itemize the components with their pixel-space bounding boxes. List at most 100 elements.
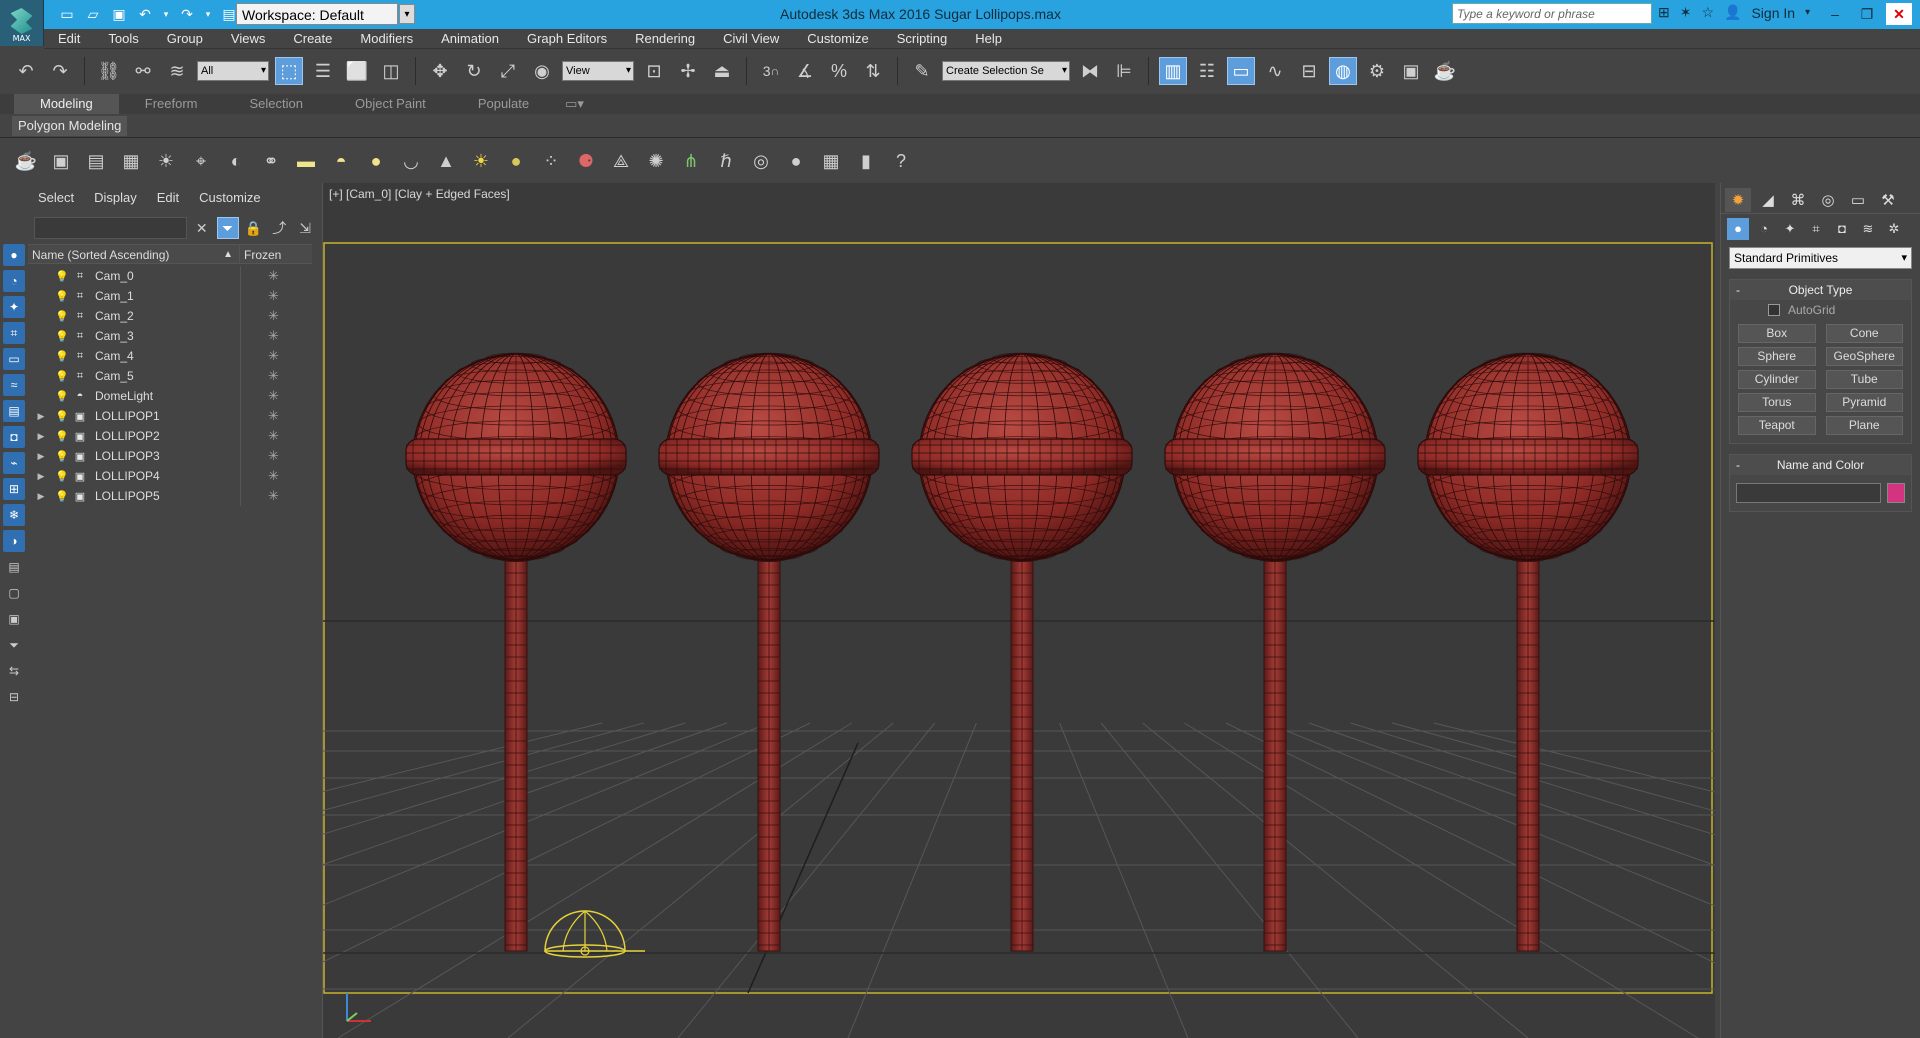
render-production-icon[interactable]: ☕ bbox=[1431, 57, 1459, 85]
tube-button[interactable]: Tube bbox=[1825, 370, 1903, 389]
display-shapes-icon[interactable]: ◔ bbox=[3, 270, 25, 292]
unlink-selection-icon[interactable]: ⚯ bbox=[129, 57, 157, 85]
undo-icon[interactable]: ↶ bbox=[136, 6, 154, 23]
menu-help[interactable]: Help bbox=[961, 31, 1016, 46]
reference-coordinate-dropdown[interactable]: View bbox=[562, 61, 634, 81]
display-groups-icon[interactable]: ▤ bbox=[3, 400, 25, 422]
close-icon[interactable]: ✕ bbox=[1886, 3, 1912, 25]
new-file-icon[interactable]: ▭ bbox=[58, 6, 76, 23]
display-invert-icon[interactable]: ▣ bbox=[3, 608, 25, 630]
create-tab-icon[interactable]: ✹ bbox=[1725, 188, 1751, 212]
explorer-menu-edit[interactable]: Edit bbox=[147, 190, 189, 205]
select-and-link-icon[interactable]: ⛓ bbox=[95, 57, 123, 85]
vfb-icon[interactable]: ▮ bbox=[852, 147, 880, 175]
frozen-toggle-icon[interactable]: ✳ bbox=[268, 408, 279, 424]
display-frozen-icon[interactable]: ❄ bbox=[3, 504, 25, 526]
sign-in-link[interactable]: Sign In bbox=[1751, 5, 1795, 21]
frozen-toggle-icon[interactable]: ✳ bbox=[268, 448, 279, 464]
pyramid-button[interactable]: Pyramid bbox=[1825, 393, 1903, 412]
rendered-frame-window-icon[interactable]: ▣ bbox=[1397, 57, 1425, 85]
frozen-toggle-icon[interactable]: ✳ bbox=[268, 308, 279, 324]
find-input[interactable] bbox=[34, 217, 187, 239]
object-color-swatch[interactable] bbox=[1887, 483, 1905, 503]
display-tab-icon[interactable]: ▭ bbox=[1845, 188, 1871, 212]
helpers-category-icon[interactable]: ◘ bbox=[1831, 218, 1853, 240]
teapot-button[interactable]: Teapot bbox=[1738, 416, 1816, 435]
visibility-bulb-icon[interactable]: 💡 bbox=[54, 270, 70, 283]
scene-row[interactable]: 💡 ⌗ Cam_0 ✳ bbox=[28, 266, 312, 286]
explorer-menu-customize[interactable]: Customize bbox=[189, 190, 270, 205]
curve-editor-icon[interactable]: ∿ bbox=[1261, 57, 1289, 85]
display-xrefs-icon[interactable]: ◘ bbox=[3, 426, 25, 448]
frozen-toggle-icon[interactable]: ✳ bbox=[268, 488, 279, 504]
geosphere-button[interactable]: GeoSphere bbox=[1825, 347, 1903, 366]
spot-light-icon[interactable]: ▲ bbox=[432, 147, 460, 175]
menu-views[interactable]: Views bbox=[217, 31, 279, 46]
visibility-bulb-icon[interactable]: 💡 bbox=[54, 450, 70, 463]
object-name-input[interactable] bbox=[1736, 483, 1881, 503]
geometry-category-icon[interactable]: ● bbox=[1727, 217, 1749, 240]
user-icon[interactable]: 👤 bbox=[1724, 4, 1741, 21]
keyboard-shortcut-override-icon[interactable]: ⏏ bbox=[708, 57, 736, 85]
ribbon-panel-polygon-modeling[interactable]: Polygon Modeling bbox=[12, 116, 128, 136]
ribbon-tab-modeling[interactable]: Modeling bbox=[14, 94, 119, 114]
omni-light-icon[interactable]: ● bbox=[502, 147, 530, 175]
filter-toggle-icon[interactable]: ⏷ bbox=[216, 217, 239, 239]
visibility-bulb-icon[interactable]: 💡 bbox=[54, 490, 70, 503]
display-helpers-icon[interactable]: ▭ bbox=[3, 348, 25, 370]
cylinder-button[interactable]: Cylinder bbox=[1738, 370, 1816, 389]
frozen-toggle-icon[interactable]: ✳ bbox=[268, 468, 279, 484]
object-type-rollout-header[interactable]: - Object Type bbox=[1730, 280, 1911, 300]
select-by-name-icon[interactable]: ☰ bbox=[309, 57, 337, 85]
menu-civil-view[interactable]: Civil View bbox=[709, 31, 793, 46]
use-pivot-center-icon[interactable]: ⊡ bbox=[640, 57, 668, 85]
display-all-icon[interactable]: ▤ bbox=[3, 556, 25, 578]
bind-space-warp-icon[interactable]: ≋ bbox=[163, 57, 191, 85]
angle-snap-icon[interactable]: ∡ bbox=[791, 57, 819, 85]
box-button[interactable]: Box bbox=[1738, 324, 1816, 343]
sphere-button[interactable]: Sphere bbox=[1738, 347, 1816, 366]
menu-customize[interactable]: Customize bbox=[793, 31, 882, 46]
expand-arrow-icon[interactable]: ▶ bbox=[34, 491, 48, 502]
chevron-down-icon[interactable]: ▾ bbox=[399, 4, 415, 24]
visibility-bulb-icon[interactable]: 💡 bbox=[54, 390, 70, 403]
redo-dropdown-icon[interactable]: ▾ bbox=[204, 9, 212, 20]
visibility-bulb-icon[interactable]: 💡 bbox=[54, 430, 70, 443]
sun-light-icon[interactable]: ☀ bbox=[467, 147, 495, 175]
visibility-bulb-icon[interactable]: 💡 bbox=[54, 350, 70, 363]
hair-icon[interactable]: ℏ bbox=[712, 147, 740, 175]
undo-icon[interactable]: ↶ bbox=[12, 57, 40, 85]
minimize-icon[interactable]: – bbox=[1822, 3, 1848, 25]
menu-modifiers[interactable]: Modifiers bbox=[346, 31, 427, 46]
visibility-bulb-icon[interactable]: 💡 bbox=[54, 290, 70, 303]
toggle-ribbon-icon[interactable]: ▭ bbox=[1227, 57, 1255, 85]
menu-create[interactable]: Create bbox=[279, 31, 346, 46]
ribbon-tab-selection[interactable]: Selection bbox=[224, 94, 329, 114]
plane-grid-icon[interactable]: ⟁ bbox=[607, 147, 635, 175]
expand-arrow-icon[interactable]: ▶ bbox=[34, 431, 48, 442]
visibility-bulb-icon[interactable]: 💡 bbox=[54, 470, 70, 483]
lock-icon[interactable]: 🔒 bbox=[243, 217, 265, 239]
scene-row[interactable]: 💡 ◓ DomeLight ✳ bbox=[28, 386, 312, 406]
sign-in-chevron-icon[interactable]: ▾ bbox=[1805, 7, 1810, 18]
environment-icon[interactable]: ▦ bbox=[117, 147, 145, 175]
scene-row[interactable]: ▶ 💡 ▣ LOLLIPOP5 ✳ bbox=[28, 486, 312, 506]
texture-icon[interactable]: ◎ bbox=[747, 147, 775, 175]
selection-filter-dropdown[interactable]: All bbox=[197, 61, 269, 81]
expand-arrow-icon[interactable]: ▶ bbox=[34, 451, 48, 462]
menu-scripting[interactable]: Scripting bbox=[883, 31, 962, 46]
select-and-scale-icon[interactable]: ⤢ bbox=[494, 57, 522, 85]
menu-group[interactable]: Group bbox=[153, 31, 217, 46]
visibility-bulb-icon[interactable]: 💡 bbox=[54, 310, 70, 323]
redo-icon[interactable]: ↷ bbox=[178, 6, 196, 23]
menu-tools[interactable]: Tools bbox=[94, 31, 152, 46]
render-frame-icon[interactable]: ▣ bbox=[47, 147, 75, 175]
ribbon-tab-freeform[interactable]: Freeform bbox=[119, 94, 224, 114]
select-and-manipulate-icon[interactable]: ✢ bbox=[674, 57, 702, 85]
scene-row[interactable]: 💡 ⌗ Cam_4 ✳ bbox=[28, 346, 312, 366]
visibility-bulb-icon[interactable]: 💡 bbox=[54, 330, 70, 343]
communication-center-icon[interactable]: ✶ bbox=[1680, 4, 1692, 21]
scene-row[interactable]: 💡 ⌗ Cam_1 ✳ bbox=[28, 286, 312, 306]
display-bones-icon[interactable]: ⌁ bbox=[3, 452, 25, 474]
teapot-icon[interactable]: ☕ bbox=[12, 147, 40, 175]
